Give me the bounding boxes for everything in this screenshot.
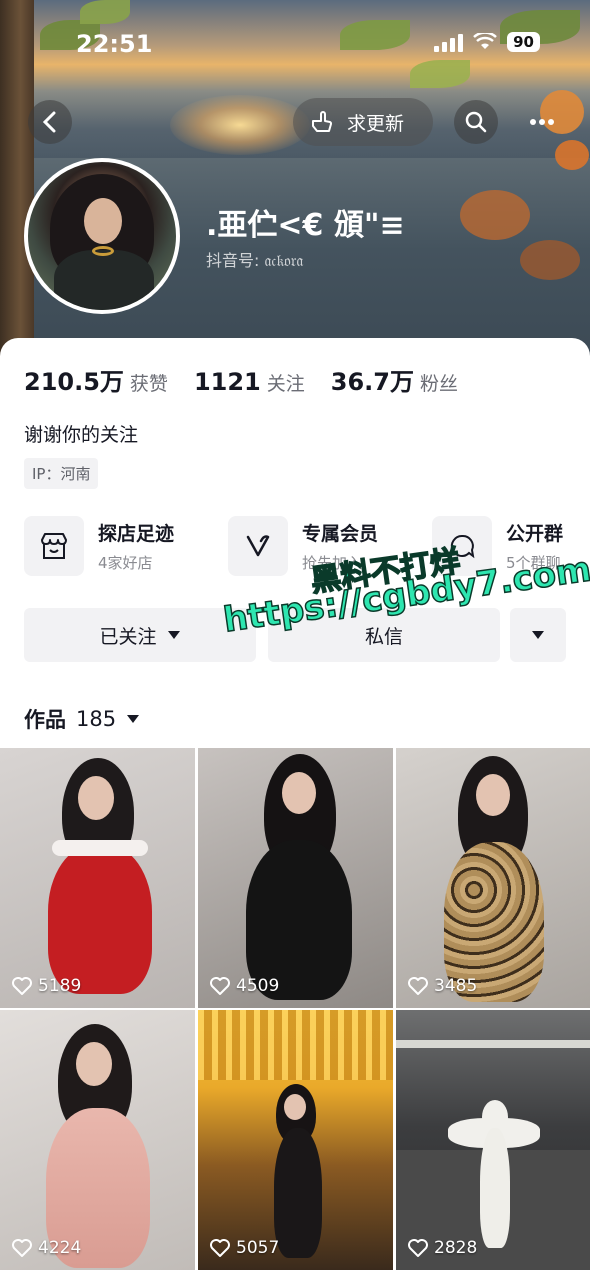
- heart-icon: [408, 977, 428, 995]
- works-tab[interactable]: 作品 185: [24, 704, 140, 734]
- sunset-glow: [170, 95, 310, 155]
- like-number: 4224: [38, 1238, 82, 1258]
- like-count: 2828: [408, 1238, 477, 1258]
- caret-down-icon: [532, 631, 544, 639]
- caret-down-icon: [127, 715, 140, 723]
- avatar[interactable]: [24, 158, 180, 314]
- heart-icon: [408, 1239, 428, 1257]
- vip-icon: [228, 516, 288, 576]
- signal-icon: [434, 32, 464, 52]
- heart-icon: [12, 977, 32, 995]
- nickname: .亜伫<€ 頒"≡: [206, 208, 405, 243]
- followed-button[interactable]: 已关注: [24, 608, 256, 662]
- clock: 22:51: [76, 30, 153, 58]
- video-thumbnail[interactable]: 2828: [396, 1010, 590, 1270]
- like-number: 3485: [434, 976, 478, 996]
- works-label: 作品: [24, 708, 66, 732]
- caret-down-icon: [167, 631, 180, 639]
- video-thumbnail[interactable]: 5057: [198, 1010, 393, 1270]
- message-label: 私信: [364, 625, 403, 648]
- heart-icon: [12, 1239, 32, 1257]
- video-thumbnail[interactable]: 4224: [0, 1010, 195, 1270]
- feature-shop-visits[interactable]: 探店足迹 4家好店: [24, 516, 174, 576]
- like-number: 5057: [236, 1238, 280, 1258]
- video-thumbnail[interactable]: 4509: [198, 748, 393, 1008]
- leaf-decor: [555, 140, 589, 170]
- wifi-icon: [473, 33, 497, 49]
- more-button[interactable]: [520, 100, 564, 144]
- video-thumbnail[interactable]: 5189: [0, 748, 195, 1008]
- back-button[interactable]: [28, 100, 72, 144]
- bio-text: 谢谢你的关注: [24, 424, 139, 446]
- stats-row: 210.5万 获赞 1121 关注 36.7万 粉丝: [24, 362, 484, 397]
- status-icons: 90: [434, 32, 540, 52]
- stat-label: 粉丝: [419, 373, 458, 395]
- search-button[interactable]: [454, 100, 498, 144]
- like-count: 3485: [408, 976, 477, 996]
- feature-title: 专属会员: [302, 523, 379, 545]
- works-count: 185: [76, 707, 117, 731]
- stat-number: 210.5万: [24, 368, 124, 396]
- request-update-button[interactable]: 求更新: [293, 98, 433, 146]
- shop-icon: [24, 516, 84, 576]
- more-options-button[interactable]: [510, 608, 566, 662]
- like-count: 4224: [12, 1238, 81, 1258]
- feature-subtitle: 4家好店: [98, 554, 153, 572]
- stat-label: 获赞: [129, 373, 168, 395]
- battery-indicator: 90: [507, 32, 540, 52]
- more-dots-icon: [530, 119, 554, 125]
- leaf-decor: [520, 240, 580, 280]
- like-count: 4509: [210, 976, 279, 996]
- stat-followers[interactable]: 36.7万 粉丝: [331, 362, 458, 397]
- video-thumbnail[interactable]: 3485: [396, 748, 590, 1008]
- ip-location-tag: IP：河南: [24, 458, 99, 489]
- stat-number: 36.7万: [330, 368, 414, 396]
- hand-point-icon: [312, 111, 333, 132]
- feature-title: 公开群: [506, 523, 564, 545]
- status-bar: 22:51 90: [0, 0, 590, 80]
- heart-icon: [210, 977, 230, 995]
- stat-following[interactable]: 1121 关注: [194, 368, 305, 396]
- leaf-decor: [460, 190, 530, 240]
- feature-title: 探店足迹: [98, 523, 175, 545]
- stat-label: 关注: [266, 373, 305, 395]
- chevron-left-icon: [42, 111, 56, 133]
- like-count: 5057: [210, 1238, 279, 1258]
- request-update-label: 求更新: [347, 112, 405, 135]
- like-number: 4509: [236, 976, 280, 996]
- stat-number: 1121: [193, 368, 261, 396]
- followed-label: 已关注: [99, 625, 157, 648]
- douyin-id: 抖音号: 𝔞𝔠𝔨𝔬𝔯𝔞: [206, 251, 304, 270]
- like-count: 5189: [12, 976, 81, 996]
- search-icon: [465, 111, 487, 133]
- like-number: 2828: [434, 1238, 478, 1258]
- stat-likes: 210.5万 获赞: [24, 362, 168, 397]
- like-number: 5189: [38, 976, 82, 996]
- heart-icon: [210, 1239, 230, 1257]
